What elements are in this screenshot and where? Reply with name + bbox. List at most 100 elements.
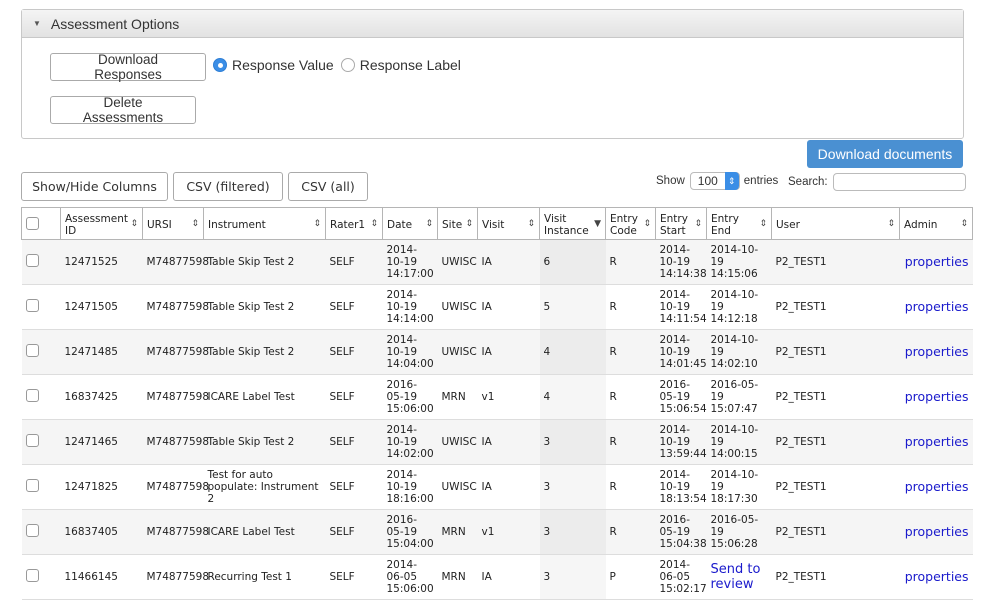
header-visit-instance[interactable]: Visit Instance ▼ bbox=[539, 207, 606, 240]
cell-entry-end: 2016-05-19 15:07:47 bbox=[706, 374, 772, 420]
cell-site: UWISC bbox=[437, 464, 478, 510]
cell-entry-end-text: 2014-10-19 14:15:06 bbox=[710, 244, 759, 280]
cell-assessment-id: 16837425 bbox=[60, 374, 143, 420]
header-date[interactable]: Date ⇕ bbox=[382, 207, 438, 240]
response-value-radio[interactable] bbox=[213, 58, 227, 72]
cell-select bbox=[21, 554, 61, 600]
header-entry-end[interactable]: Entry End ⇕ bbox=[706, 207, 772, 240]
cell-entry-code-text: R bbox=[609, 256, 617, 268]
cell-date: 2014-10-19 14:04:00 bbox=[382, 329, 438, 375]
cell-entry-start: 2014-10-19 14:01:45 bbox=[655, 329, 707, 375]
search-input[interactable] bbox=[832, 173, 966, 191]
cell-rater1: SELF bbox=[325, 329, 383, 375]
cell-instrument: Table Skip Test 2 bbox=[203, 284, 326, 330]
header-assessment-id[interactable]: Assessment ID ⇕ bbox=[60, 207, 143, 240]
download-documents-button[interactable]: Download documents bbox=[807, 140, 963, 168]
header-rater1[interactable]: Rater1 ⇕ bbox=[325, 207, 383, 240]
row-checkbox[interactable] bbox=[25, 344, 39, 357]
assessment-options-header[interactable]: ▼ Assessment Options bbox=[22, 10, 963, 38]
cell-ursi: M74877598 bbox=[142, 554, 209, 600]
cell-visit-instance: 3 bbox=[539, 419, 606, 465]
cell-ursi-text: M74877598 bbox=[146, 346, 210, 358]
download-responses-button[interactable]: Download Responses bbox=[50, 52, 206, 82]
cell-select bbox=[21, 509, 61, 555]
response-format-radio-group: Response Value Response Label bbox=[213, 57, 468, 73]
response-label-label[interactable]: Response Label bbox=[360, 57, 461, 73]
response-label-radio[interactable] bbox=[340, 58, 355, 72]
cell-rater1: SELF bbox=[325, 239, 383, 285]
cell-entry-code: R bbox=[605, 374, 656, 420]
row-checkbox[interactable] bbox=[25, 299, 39, 312]
row-checkbox[interactable] bbox=[25, 254, 39, 267]
row-checkbox[interactable] bbox=[25, 434, 39, 447]
entries-select[interactable]: 100 ⇕ bbox=[689, 172, 740, 190]
properties-link[interactable]: properties bbox=[905, 434, 969, 449]
header-user[interactable]: User ⇕ bbox=[771, 207, 900, 240]
cell-assessment-id-text: 12471505 bbox=[64, 301, 118, 313]
show-hide-columns-button[interactable]: Show/Hide Columns bbox=[21, 172, 168, 201]
cell-entry-code-text: R bbox=[609, 436, 617, 448]
cell-date-text: 2014-10-19 14:17:00 bbox=[386, 244, 434, 280]
header-admin[interactable]: Admin ⇕ bbox=[899, 207, 973, 240]
cell-entry-end: 2014-10-19 14:00:15 bbox=[706, 419, 772, 465]
cell-date-text: 2014-10-19 18:16:00 bbox=[386, 469, 434, 505]
cell-date: 2016-05-19 15:06:00 bbox=[382, 374, 438, 420]
cell-instrument-text: Table Skip Test 2 bbox=[207, 346, 295, 358]
select-all-checkbox[interactable] bbox=[26, 216, 39, 230]
header-site[interactable]: Site ⇕ bbox=[437, 207, 478, 240]
cell-date: 2014-10-19 14:14:00 bbox=[382, 284, 438, 330]
row-checkbox[interactable] bbox=[25, 569, 39, 582]
cell-entry-start-text: 2014-10-19 18:13:54 bbox=[659, 469, 707, 505]
header-instrument[interactable]: Instrument ⇕ bbox=[203, 207, 326, 240]
properties-link[interactable]: properties bbox=[905, 569, 969, 584]
row-checkbox[interactable] bbox=[25, 524, 39, 537]
cell-entry-start-text: 2014-06-05 15:02:17 bbox=[659, 559, 707, 595]
cell-user: P2_TEST1 bbox=[771, 374, 900, 420]
cell-date: 2014-10-19 14:02:00 bbox=[382, 419, 438, 465]
properties-link[interactable]: properties bbox=[905, 479, 969, 494]
table-header-row: Assessment ID ⇕ URSI ⇕ Instrument ⇕ Rater1 ⇕… bbox=[21, 207, 973, 240]
show-label: Show bbox=[656, 175, 685, 187]
csv-all-button[interactable]: CSV (all) bbox=[288, 172, 368, 201]
properties-link[interactable]: properties bbox=[905, 299, 969, 314]
cell-visit-text: IA bbox=[481, 436, 492, 448]
search-label: Search: bbox=[788, 176, 828, 188]
header-entry-start[interactable]: Entry Start ⇕ bbox=[655, 207, 707, 240]
cell-user-text: P2_TEST1 bbox=[775, 391, 827, 403]
cell-rater1-text: SELF bbox=[329, 481, 355, 493]
row-checkbox[interactable] bbox=[25, 479, 39, 492]
cell-date-text: 2014-06-05 15:06:00 bbox=[386, 559, 434, 595]
sort-desc-icon: ▼ bbox=[594, 218, 601, 229]
collapse-caret-icon[interactable]: ▼ bbox=[33, 19, 41, 28]
cell-ursi-text: M74877598 bbox=[146, 436, 210, 448]
delete-assessments-button[interactable]: Delete Assessments bbox=[50, 95, 196, 125]
cell-site: UWISC bbox=[437, 419, 478, 465]
cell-user-text: P2_TEST1 bbox=[775, 571, 827, 583]
row-checkbox[interactable] bbox=[25, 389, 39, 402]
cell-rater1: SELF bbox=[325, 464, 383, 510]
response-value-label[interactable]: Response Value bbox=[232, 57, 334, 73]
cell-visit-instance-text: 4 bbox=[543, 391, 551, 403]
cell-entry-code-text: P bbox=[609, 571, 616, 583]
cell-instrument-text: ICARE Label Test bbox=[207, 526, 295, 538]
cell-entry-start: 2014-06-05 15:02:17 bbox=[655, 554, 707, 600]
properties-link[interactable]: properties bbox=[905, 254, 969, 269]
properties-link[interactable]: properties bbox=[905, 524, 969, 539]
cell-user-text: P2_TEST1 bbox=[775, 481, 827, 493]
cell-ursi-text: M74877598 bbox=[146, 481, 210, 493]
sort-both-icon: ⇕ bbox=[313, 218, 321, 229]
properties-link[interactable]: properties bbox=[905, 344, 969, 359]
header-ursi[interactable]: URSI ⇕ bbox=[142, 207, 204, 240]
cell-instrument: ICARE Label Test bbox=[203, 374, 326, 420]
cell-site-text: MRN bbox=[441, 391, 466, 403]
sort-both-icon: ⇕ bbox=[425, 218, 433, 229]
cell-entry-start: 2014-10-19 14:11:54 bbox=[655, 284, 707, 330]
send-to-review-link[interactable]: Send to review bbox=[711, 562, 761, 592]
header-visit[interactable]: Visit ⇕ bbox=[477, 207, 540, 240]
csv-filtered-button[interactable]: CSV (filtered) bbox=[173, 172, 283, 201]
cell-rater1-text: SELF bbox=[329, 391, 355, 403]
cell-visit-instance: 3 bbox=[539, 464, 606, 510]
header-entry-code[interactable]: Entry Code ⇕ bbox=[605, 207, 656, 240]
properties-link[interactable]: properties bbox=[905, 389, 969, 404]
cell-assessment-id-text: 16837405 bbox=[64, 526, 118, 538]
